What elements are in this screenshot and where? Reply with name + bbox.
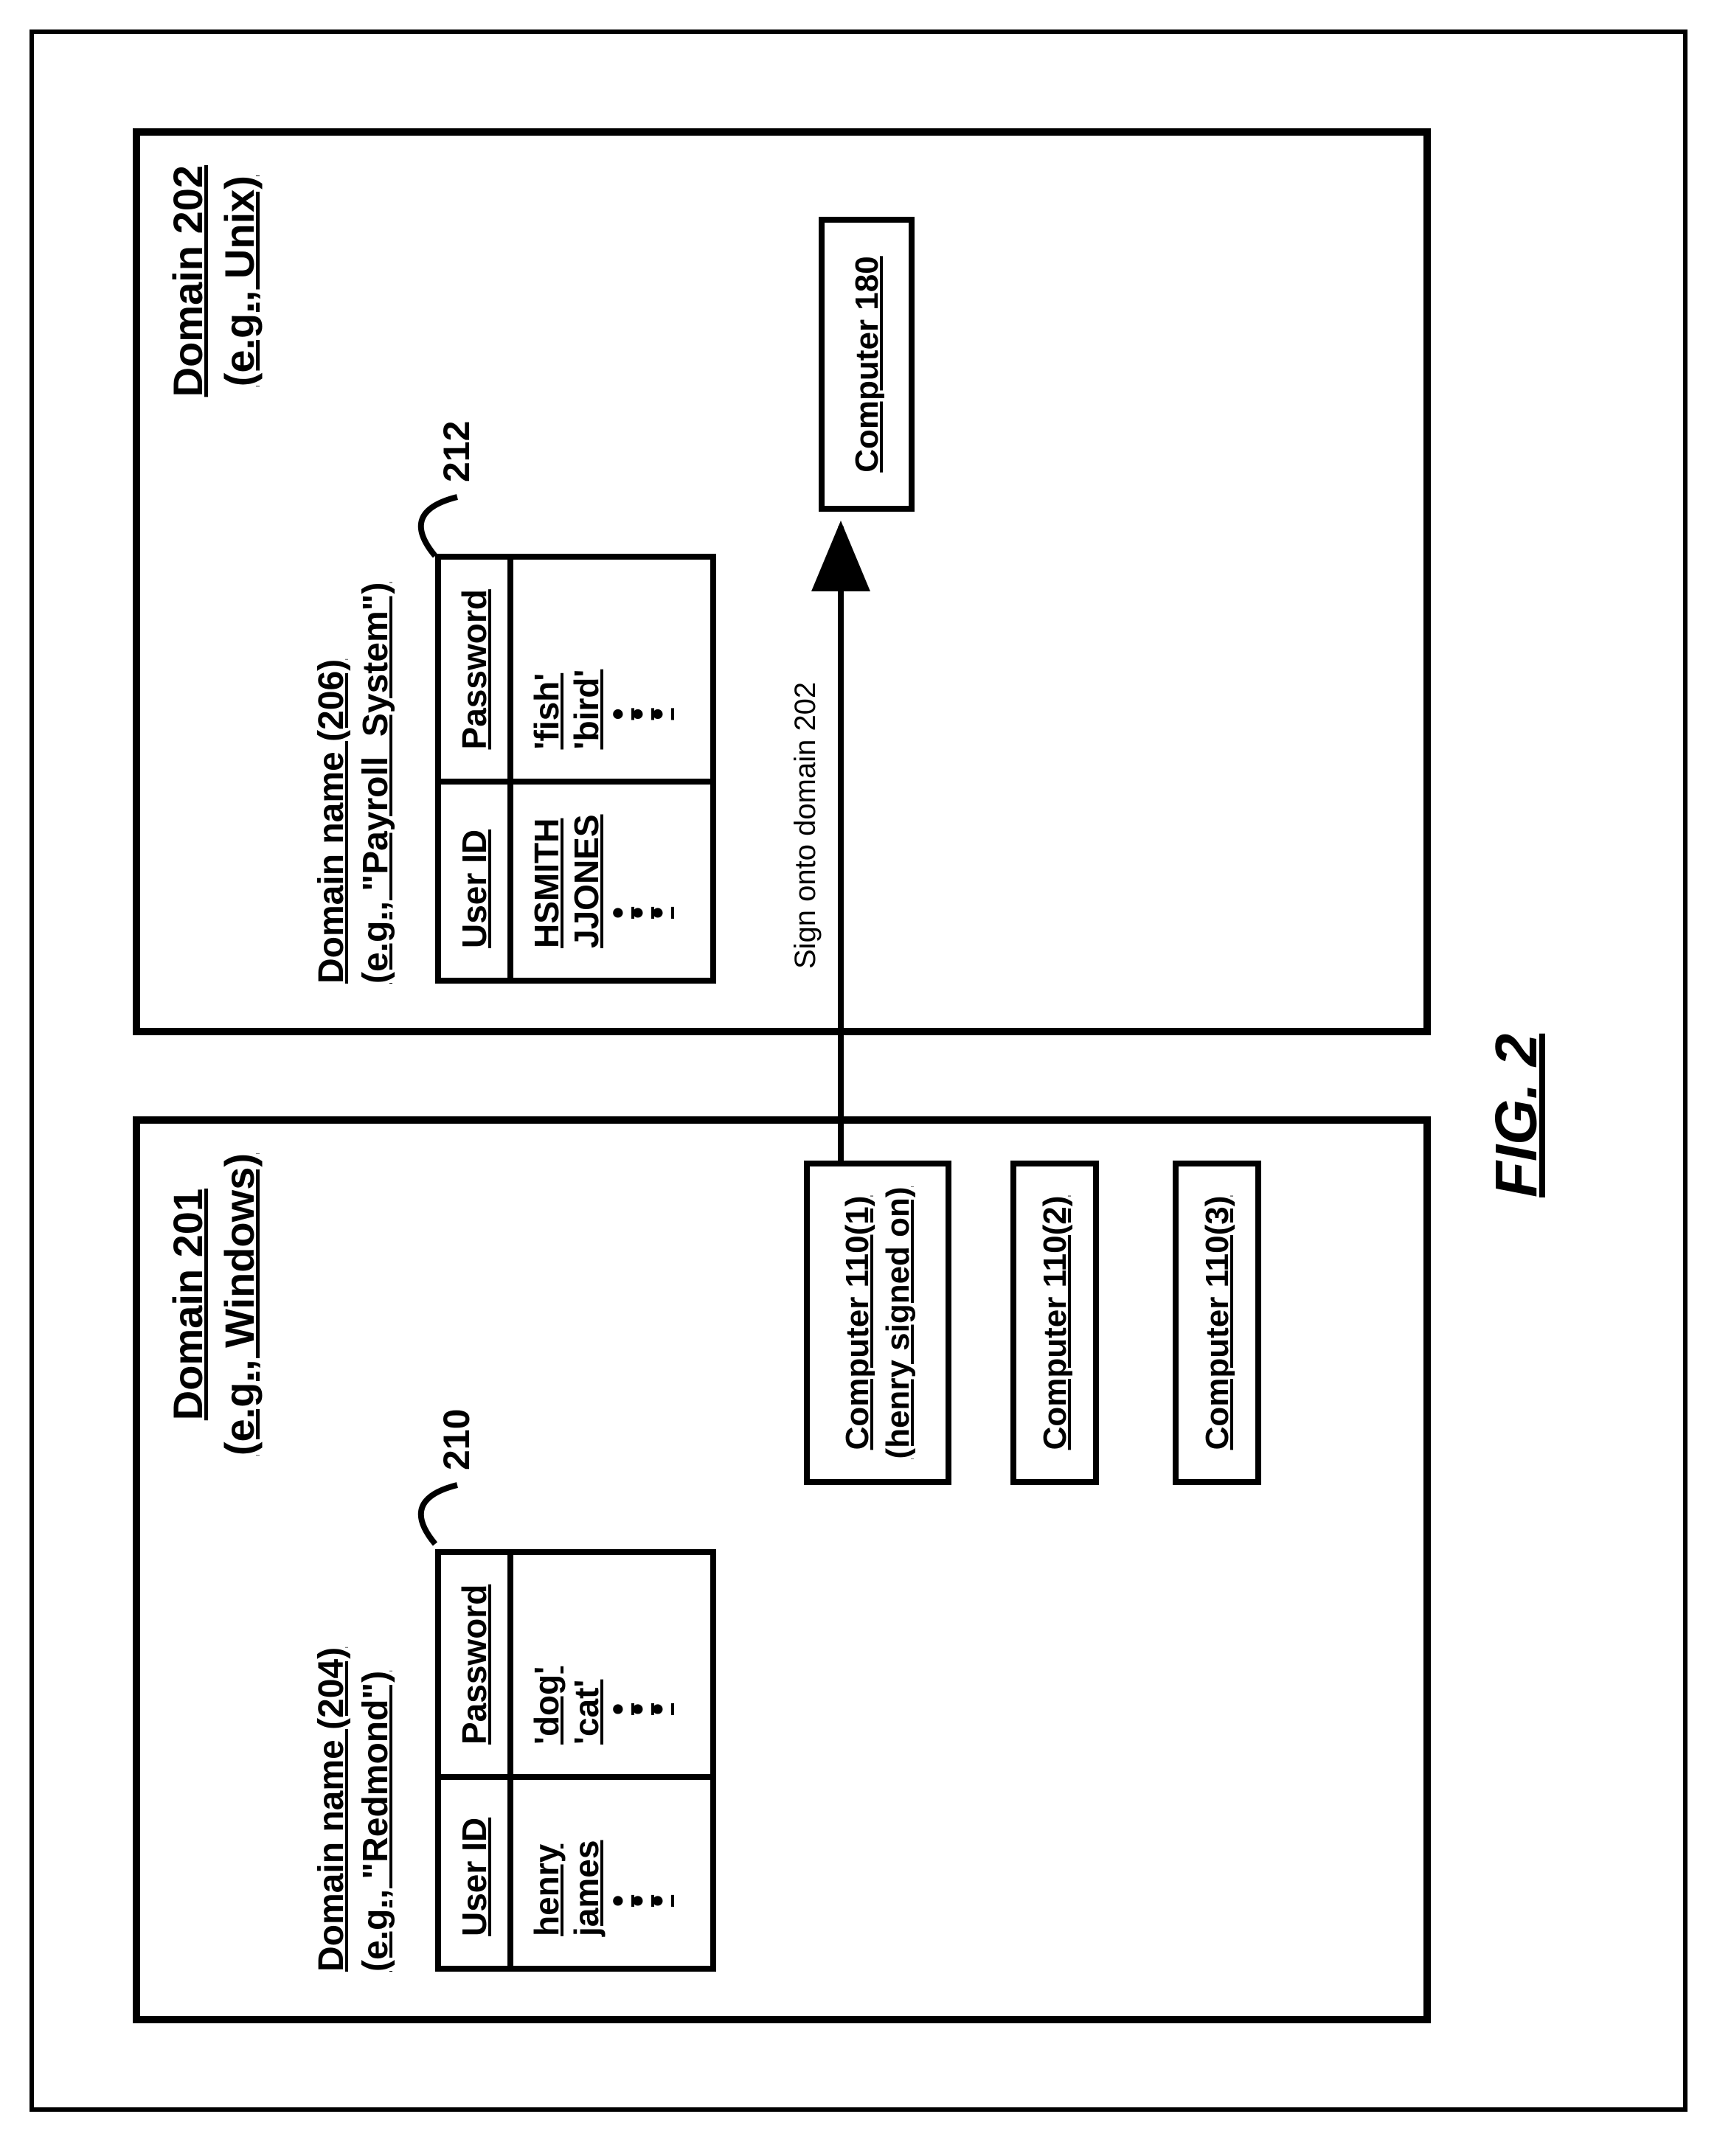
dot-icon: • xyxy=(629,1585,646,1715)
dot-icon: • xyxy=(609,1809,626,1907)
dot-icon: • xyxy=(609,589,626,720)
domain-202-box: Domain 202 (e.g., Unix) Domain name (206… xyxy=(133,128,1431,1035)
d202-users-cell: HSMITH JJONES • • • xyxy=(510,782,713,981)
computer-110-1: Computer 110(1) (henry signed on) xyxy=(804,1161,951,1485)
d201-col-user: User ID xyxy=(438,1777,510,1969)
dot-icon: • xyxy=(649,814,666,919)
dot-icon: • xyxy=(629,589,646,720)
dot-icon: • xyxy=(629,1809,646,1907)
d202-user-0: HSMITH xyxy=(527,818,566,948)
domain-202-title-line1: Domain 202 xyxy=(164,165,211,397)
domain-202-title-line2: (e.g., Unix) xyxy=(216,175,263,386)
d202-pwds-cell: 'fish' 'bird' • • • xyxy=(510,557,713,782)
signon-arrow-icon xyxy=(826,512,870,1161)
domain-202-name: Domain name (206) (e.g., "Payroll_System… xyxy=(310,583,398,984)
figure-caption: FIG. 2 xyxy=(1482,1034,1550,1197)
dot-icon: • xyxy=(609,1585,626,1715)
diagram-page: Domain 201 (e.g., Windows) Domain name (… xyxy=(30,29,1687,2112)
computer-180: Computer 180 xyxy=(819,217,915,512)
dot-icon: • xyxy=(609,814,626,919)
domain-201-box: Domain 201 (e.g., Windows) Domain name (… xyxy=(133,1116,1431,2023)
d201-users-cell: henry james • • • xyxy=(510,1777,713,1969)
dot-icon: • xyxy=(629,814,646,919)
d201-user-0: henry xyxy=(527,1844,566,1936)
domain-202-title: Domain 202 (e.g., Unix) xyxy=(162,165,266,397)
domain-202-cred-table: User ID Password HSMITH JJONES • • • 'fi… xyxy=(435,554,716,984)
rotated-canvas: Domain 201 (e.g., Windows) Domain name (… xyxy=(30,29,1687,2112)
c110-2-label: Computer 110(2) xyxy=(1035,1180,1075,1466)
dot-icon: • xyxy=(649,1585,666,1715)
d201-user-1: james xyxy=(567,1840,606,1936)
computer-110-2: Computer 110(2) xyxy=(1010,1161,1099,1485)
domain-201-name: Domain name (204) (e.g., "Redmond") xyxy=(310,1647,398,1972)
d202-pwd-0: 'fish' xyxy=(527,673,566,750)
d202-user-1: JJONES xyxy=(567,814,606,948)
domain-201-name-line1: Domain name (204) xyxy=(312,1647,351,1972)
callout-210-label: 210 xyxy=(435,1409,478,1470)
domain-201-title: Domain 201 (e.g., Windows) xyxy=(162,1153,266,1456)
domain-202-name-line1: Domain name (206) xyxy=(312,659,351,984)
c110-3-label: Computer 110(3) xyxy=(1197,1180,1238,1466)
d201-pwd-0: 'dog' xyxy=(527,1666,566,1745)
d201-pwds-cell: 'dog' 'cat' • • • xyxy=(510,1552,713,1777)
domain-201-cred-table: User ID Password henry james • • • 'dog'… xyxy=(435,1549,716,1972)
domain-201-title-line2: (e.g., Windows) xyxy=(216,1153,263,1456)
c110-1-line2: (henry signed on) xyxy=(878,1180,918,1466)
dot-icon: • xyxy=(649,1809,666,1907)
domain-202-name-line2: (e.g., "Payroll_System") xyxy=(356,583,395,984)
computer-110-3: Computer 110(3) xyxy=(1173,1161,1261,1485)
callout-212-label: 212 xyxy=(435,421,478,482)
domain-201-name-line2: (e.g., "Redmond") xyxy=(356,1671,395,1972)
d202-col-user: User ID xyxy=(438,782,510,981)
c110-1-line1: Computer 110(1) xyxy=(837,1180,878,1466)
d202-col-pwd: Password xyxy=(438,557,510,782)
d201-col-pwd: Password xyxy=(438,1552,510,1777)
c180-label: Computer 180 xyxy=(847,236,887,493)
domain-201-title-line1: Domain 201 xyxy=(164,1189,211,1420)
signon-arrow-label: Sign onto domain 202 xyxy=(789,682,822,969)
dot-icon: • xyxy=(649,589,666,720)
